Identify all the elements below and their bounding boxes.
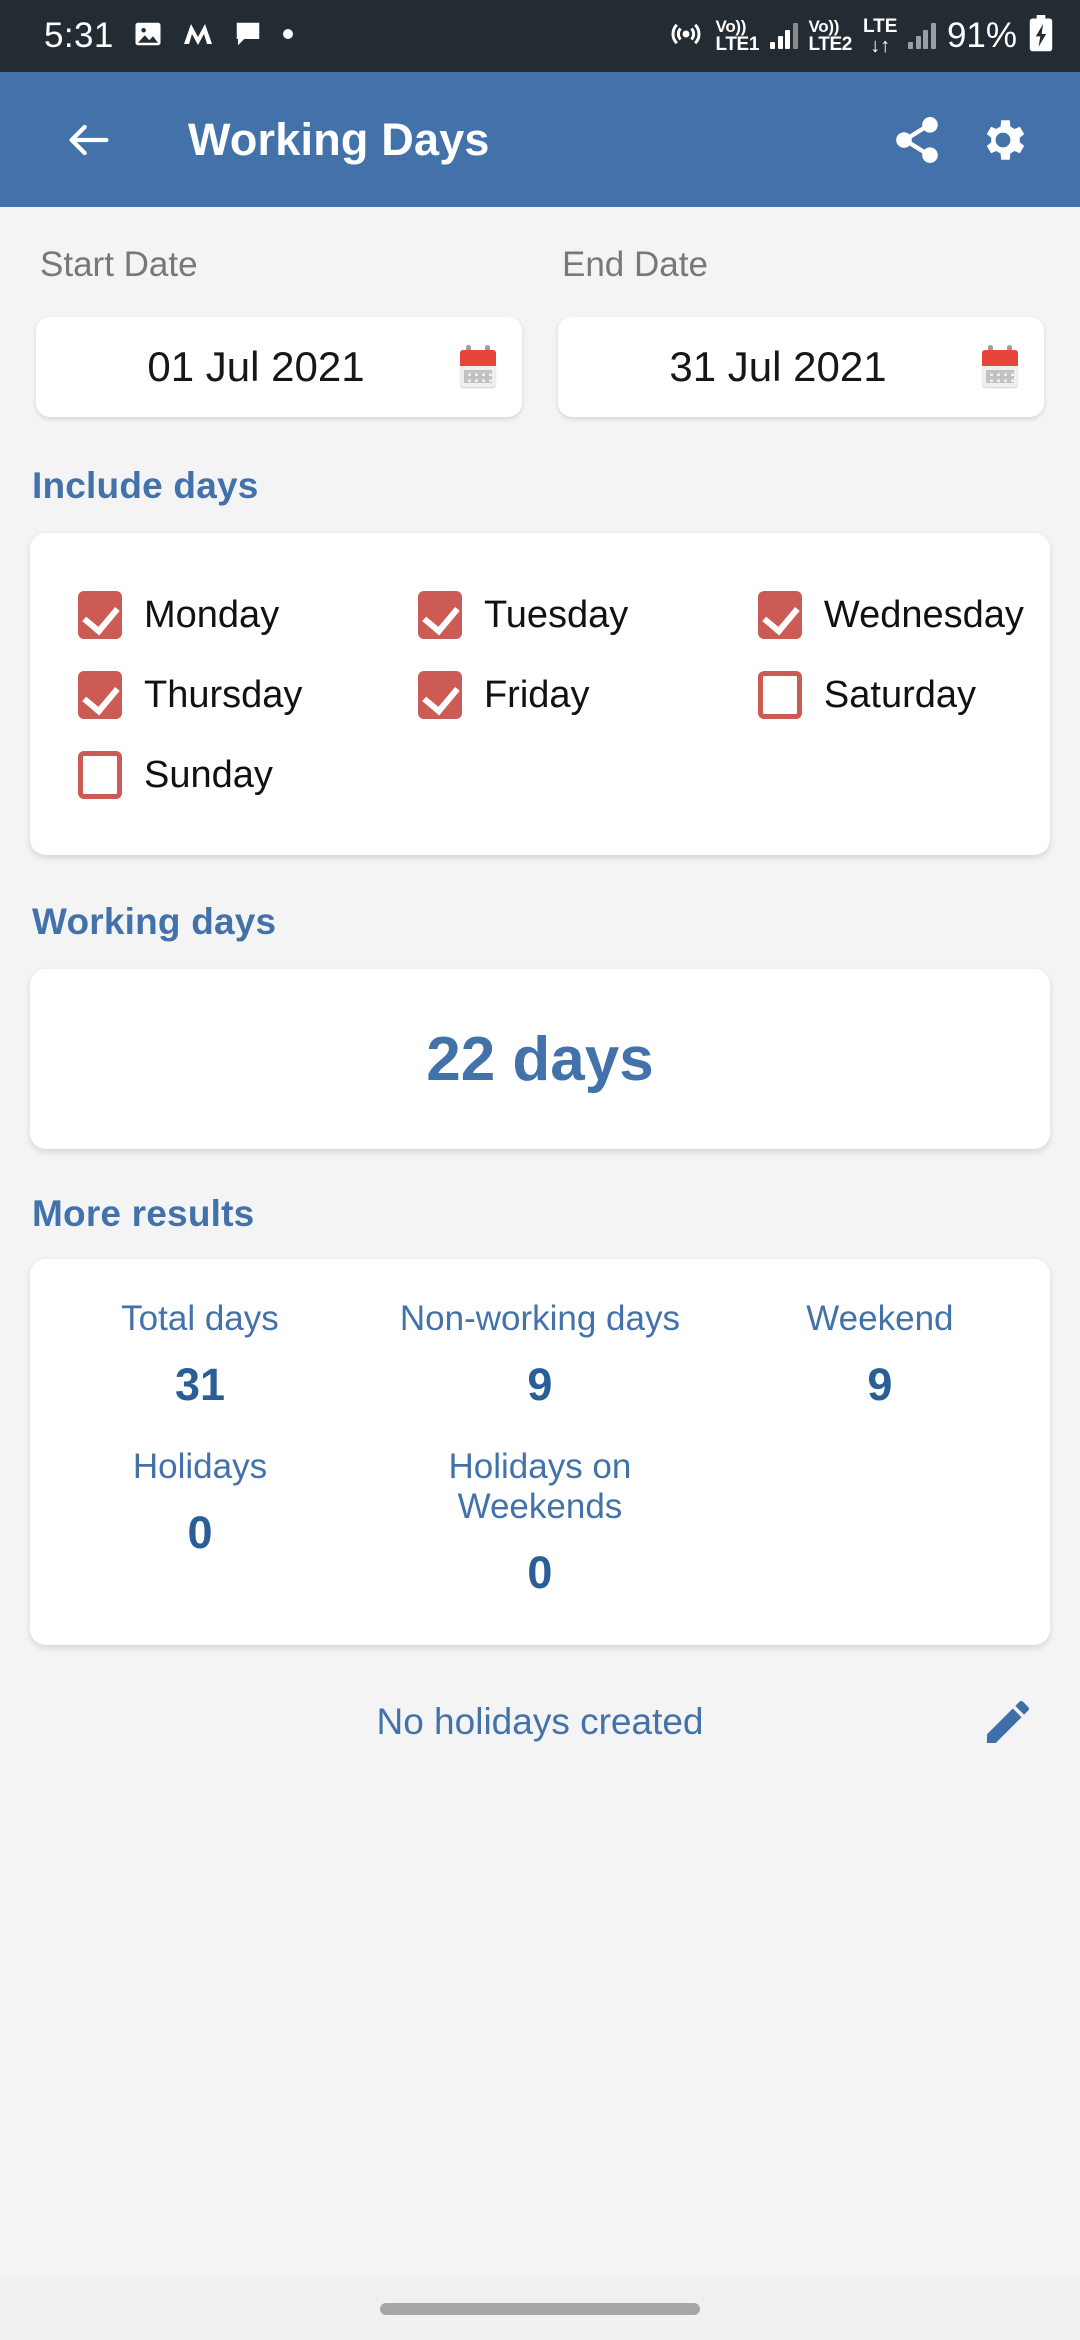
stat-weekend: Weekend 9	[710, 1299, 1050, 1411]
start-date-label: Start Date	[40, 245, 198, 284]
end-date-field[interactable]: 31 Jul 2021	[558, 317, 1044, 417]
hotspot-icon	[667, 15, 705, 58]
date-range-section: Start Date 01 Jul 2021 End Date 31 Jul 2…	[0, 207, 1080, 417]
day-label: Thursday	[144, 673, 303, 716]
stat-value: 0	[187, 1507, 213, 1558]
day-checkbox-saturday[interactable]: Saturday	[710, 655, 1050, 735]
system-navigation-bar	[0, 2278, 1080, 2340]
stat-value: 9	[527, 1359, 553, 1410]
day-checkbox-sunday[interactable]: Sunday	[30, 735, 370, 815]
stat-value: 9	[867, 1359, 893, 1410]
day-checkbox-friday[interactable]: Friday	[370, 655, 710, 735]
message-icon	[233, 19, 263, 54]
days-grid: Monday Tuesday Wednesday Thursday Friday…	[30, 575, 1050, 815]
m-app-icon	[182, 20, 214, 53]
share-button[interactable]	[874, 97, 960, 183]
volte-sim2-icon: Vo)) LTE2	[808, 17, 853, 55]
day-label: Sunday	[144, 753, 273, 796]
image-icon	[133, 19, 163, 54]
working-days-section: Working days 22 days	[0, 901, 1080, 1149]
gear-icon	[986, 119, 1025, 160]
include-days-title: Include days	[32, 465, 259, 506]
lte-data-icon: LTE ↓↑	[862, 15, 898, 57]
more-results-row: Total days 31 Non-working days 9 Weekend…	[30, 1299, 1050, 1411]
working-days-card: 22 days	[30, 969, 1050, 1149]
clock: 5:31	[44, 16, 114, 55]
page-title: Working Days	[188, 113, 490, 165]
back-arrow-icon	[69, 124, 109, 155]
stat-holidays-on-weekends: Holidays on Weekends 0	[370, 1447, 710, 1599]
dot-icon	[282, 27, 294, 45]
edit-holidays-button[interactable]	[980, 1694, 1036, 1750]
stat-non-working-days: Non-working days 9	[370, 1299, 710, 1411]
signal-sim2-icon	[908, 23, 936, 49]
volte-sim1-icon: Vo)) LTE1	[715, 17, 760, 55]
stat-label: Total days	[121, 1299, 279, 1338]
more-results-title: More results	[32, 1193, 255, 1234]
start-date-value: 01 Jul 2021	[147, 343, 365, 390]
stat-label: Non-working days	[399, 1299, 680, 1338]
status-bar: 5:31 Vo)) LTE1 Vo)) LTE2 LTE ↓↑ 91%	[0, 0, 1080, 72]
end-date-value: 31 Jul 2021	[669, 343, 887, 390]
checkbox-icon[interactable]	[757, 591, 802, 639]
working-days-value: 22 days	[426, 1024, 654, 1094]
settings-button[interactable]	[960, 97, 1046, 183]
back-button[interactable]	[46, 97, 132, 183]
day-label: Wednesday	[823, 593, 1024, 636]
status-bar-right: Vo)) LTE1 Vo)) LTE2 LTE ↓↑ 91%	[667, 14, 1054, 58]
main-content: Start Date 01 Jul 2021 End Date 31 Jul 2…	[0, 207, 1080, 2278]
share-icon	[896, 116, 938, 163]
holidays-status-text: No holidays created	[376, 1701, 704, 1742]
stat-empty	[710, 1447, 1050, 1599]
app-bar: Working Days	[0, 72, 1080, 207]
stat-holidays: Holidays 0	[30, 1447, 370, 1599]
end-date-group: End Date 31 Jul 2021	[540, 245, 1062, 417]
end-date-label: End Date	[562, 245, 708, 284]
start-date-field[interactable]: 01 Jul 2021	[36, 317, 522, 417]
checkbox-icon[interactable]	[78, 751, 122, 799]
stat-label: Weekend	[806, 1299, 954, 1338]
signal-sim1-icon	[770, 23, 798, 49]
include-days-section: Include days Monday Tuesday Wednesday Th…	[0, 465, 1080, 855]
status-bar-left: 5:31	[44, 16, 294, 56]
calendar-icon	[980, 345, 1020, 389]
checkbox-icon[interactable]	[417, 671, 462, 719]
phone-screen: 5:31 Vo)) LTE1 Vo)) LTE2 LTE ↓↑ 91% Work…	[0, 0, 1080, 2340]
day-label: Monday	[144, 593, 280, 636]
day-checkbox-tuesday[interactable]: Tuesday	[370, 575, 710, 655]
day-label: Saturday	[823, 673, 976, 716]
working-days-title: Working days	[32, 901, 277, 942]
day-checkbox-thursday[interactable]: Thursday	[30, 655, 370, 735]
checkbox-icon[interactable]	[78, 591, 122, 639]
more-results-section: More results Total days 31 Non-working d…	[0, 1193, 1080, 1645]
more-results-row: Holidays 0 Holidays on Weekends 0	[30, 1447, 1050, 1599]
day-checkbox-monday[interactable]: Monday	[30, 575, 370, 655]
checkbox-icon[interactable]	[417, 591, 462, 639]
stat-label: Holidays	[132, 1447, 268, 1486]
stat-total-days: Total days 31	[30, 1299, 370, 1411]
stat-label: Holidays on Weekends	[448, 1447, 632, 1526]
stat-value: 0	[527, 1547, 553, 1598]
home-gesture-pill[interactable]	[380, 2303, 700, 2315]
more-results-card: Total days 31 Non-working days 9 Weekend…	[30, 1259, 1050, 1645]
day-label: Friday	[483, 673, 590, 716]
day-label: Tuesday	[483, 593, 629, 636]
stat-value: 31	[174, 1359, 225, 1410]
include-days-card: Monday Tuesday Wednesday Thursday Friday…	[30, 533, 1050, 855]
holidays-footer: No holidays created	[0, 1700, 1080, 1743]
pencil-icon	[987, 1700, 1030, 1743]
checkbox-icon[interactable]	[78, 671, 122, 719]
battery-charging-icon	[1028, 14, 1054, 58]
calendar-icon	[458, 345, 498, 389]
day-checkbox-wednesday[interactable]: Wednesday	[710, 575, 1050, 655]
start-date-group: Start Date 01 Jul 2021	[18, 245, 540, 417]
battery-percent: 91%	[946, 16, 1017, 55]
checkbox-icon[interactable]	[757, 671, 802, 719]
